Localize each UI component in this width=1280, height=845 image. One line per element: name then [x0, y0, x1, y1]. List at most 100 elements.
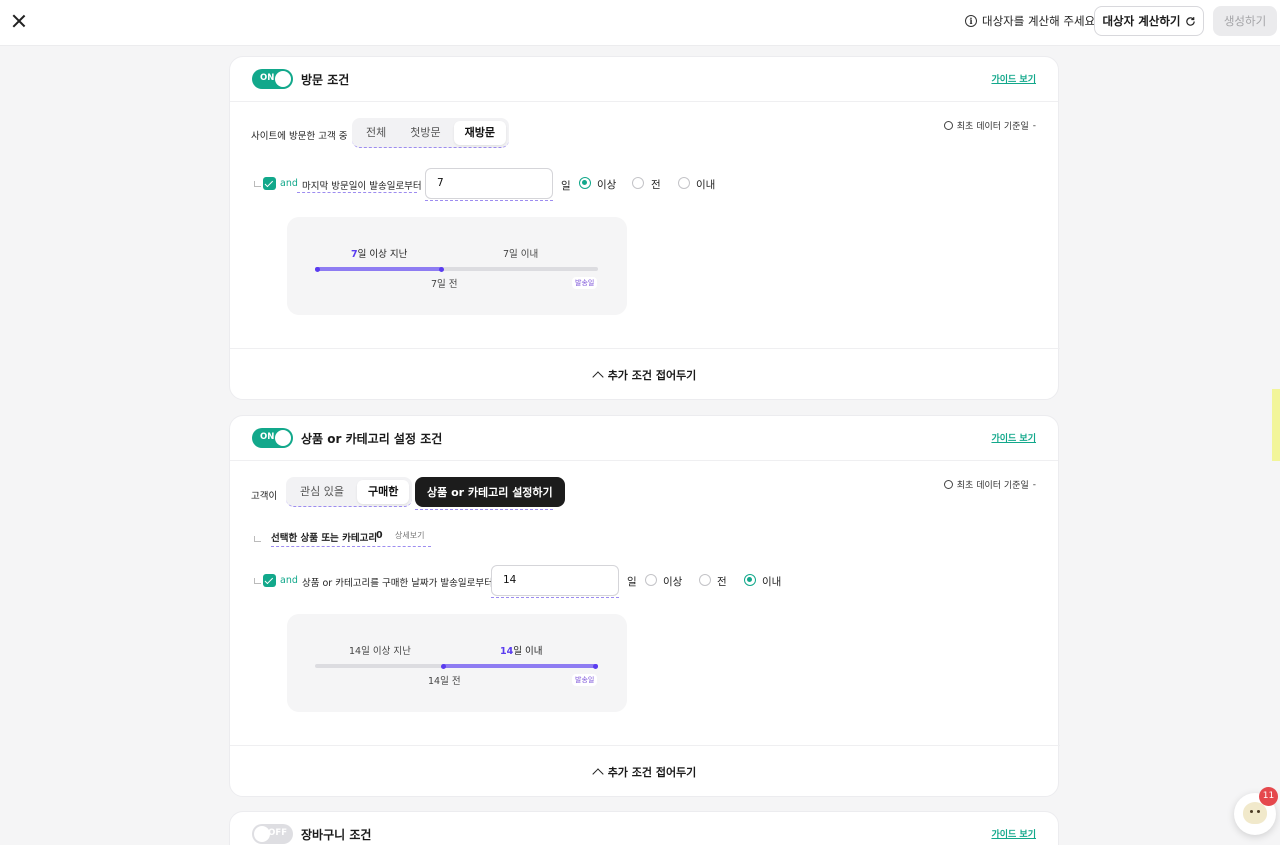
data-basis-label: 최초 데이터 기준일 — [956, 122, 1029, 132]
radio-over-label: 이상 — [597, 179, 617, 191]
radio-over[interactable] — [645, 574, 657, 586]
data-basis-value: - — [1032, 479, 1036, 490]
close-icon[interactable] — [10, 12, 28, 30]
timeline-left-suffix: 일 이상 지난 — [357, 249, 408, 260]
row-label: 사이트에 방문한 고객 중 — [251, 131, 348, 142]
and-checkbox[interactable] — [263, 177, 276, 190]
send-date-label: 발송일 — [572, 277, 598, 289]
input-underline — [425, 200, 553, 201]
timeline-left-text: 7일 이상 지난 — [351, 246, 407, 260]
timeline-start-dot — [315, 266, 320, 272]
timeline-start-dot — [441, 663, 447, 669]
days-input[interactable]: 7 — [425, 168, 553, 199]
option-first-visit[interactable]: 첫방문 — [399, 121, 451, 145]
fold-label: 추가 조건 접어두기 — [607, 765, 697, 779]
timeline-end-dot — [593, 663, 598, 669]
cart-toggle[interactable]: OFF — [252, 824, 293, 844]
fold-button[interactable]: 추가 조건 접어두기 — [230, 745, 1060, 797]
condition-label: 상품 or 카테고리를 구매한 날짜가 발송일로부터 — [302, 578, 493, 589]
option-purchased[interactable]: 구매한 — [356, 479, 410, 504]
data-basis-value: - — [1032, 120, 1036, 131]
radio-within-label: 이내 — [762, 576, 782, 588]
selected-items-label: 선택한 상품 또는 카테고리 — [271, 533, 378, 544]
days-input[interactable]: 14 — [491, 565, 619, 596]
fold-label: 추가 조건 접어두기 — [607, 368, 697, 382]
calculate-audience-button[interactable]: 대상자 계산하기 — [1094, 6, 1204, 36]
notice: i 대상자를 계산해 주세요. — [965, 13, 1099, 29]
side-feedback-tab[interactable] — [1272, 389, 1280, 461]
chat-bot-icon — [1243, 802, 1267, 824]
calculate-audience-label: 대상자 계산하기 — [1102, 14, 1181, 28]
detail-link[interactable]: 상세보기 — [395, 530, 424, 541]
toggle-label: OFF — [268, 828, 287, 838]
guide-link[interactable]: 가이드 보기 — [991, 827, 1036, 840]
data-basis: 최초 데이터 기준일 - — [943, 478, 1036, 491]
and-label: and — [280, 575, 298, 586]
radio-before[interactable] — [699, 574, 711, 586]
refresh-icon — [1185, 16, 1195, 26]
option-revisit[interactable]: 재방문 — [453, 120, 506, 145]
create-button[interactable]: 생성하기 — [1213, 6, 1277, 36]
condition-label: 마지막 방문일이 발송일로부터 — [302, 181, 422, 192]
cart-condition-card: OFF 장바구니 조건 가이드 보기 — [229, 811, 1059, 845]
guide-link[interactable]: 가이드 보기 — [991, 431, 1036, 444]
radio-over[interactable] — [579, 177, 591, 189]
visit-condition-card: ON 방문 조건 가이드 보기 최초 데이터 기준일 - 사이트에 방문한 고객… — [229, 56, 1060, 400]
timeline-right-suffix: 일 이내 — [513, 646, 543, 657]
unit-label: 일 — [561, 180, 571, 192]
branch-icon — [254, 536, 261, 542]
toggle-knob — [254, 826, 270, 842]
button-underline — [415, 509, 553, 510]
guide-link[interactable]: 가이드 보기 — [991, 72, 1036, 85]
notice-text: 대상자를 계산해 주세요. — [982, 14, 1099, 28]
chat-badge: 11 — [1259, 787, 1278, 806]
data-basis-label: 최초 데이터 기준일 — [956, 481, 1029, 491]
timeline-end-dot — [439, 266, 445, 272]
timeline-right-text: 7일 이내 — [503, 249, 539, 260]
fold-button[interactable]: 추가 조건 접어두기 — [230, 348, 1060, 400]
timeline-fill — [315, 267, 443, 271]
timeline-right-num: 14 — [500, 646, 514, 657]
visit-toggle[interactable]: ON — [252, 69, 293, 89]
interest-segment: 관심 있을 구매한 — [286, 477, 413, 507]
radio-within-label: 이내 — [696, 179, 716, 191]
option-interested[interactable]: 관심 있을 — [289, 480, 355, 504]
clock-icon — [943, 480, 953, 489]
items-underline — [271, 546, 431, 547]
and-label: and — [280, 178, 298, 189]
timeline-right-text: 14일 이내 — [500, 643, 542, 657]
branch-icon — [254, 578, 261, 584]
product-toggle[interactable]: ON — [252, 428, 293, 448]
top-bar: i 대상자를 계산해 주세요. 대상자 계산하기 생성하기 — [0, 0, 1280, 46]
timeline-mid-label: 14일 전 — [428, 676, 461, 687]
radio-before[interactable] — [632, 177, 644, 189]
card-title: 방문 조건 — [301, 73, 350, 87]
timeline-mid-label: 7일 전 — [431, 279, 458, 290]
visit-type-segment: 전체 첫방문 재방문 — [352, 118, 509, 148]
selected-items-count: 0 — [376, 530, 383, 541]
data-basis: 최초 데이터 기준일 - — [943, 119, 1036, 132]
info-icon: i — [965, 15, 977, 27]
card-title: 상품 or 카테고리 설정 조건 — [301, 432, 443, 446]
card-header: OFF 장바구니 조건 가이드 보기 — [230, 812, 1058, 845]
product-condition-card: ON 상품 or 카테고리 설정 조건 가이드 보기 최초 데이터 기준일 - … — [229, 415, 1060, 797]
radio-within[interactable] — [744, 574, 756, 586]
chevron-up-icon — [592, 370, 604, 383]
chevron-up-icon — [592, 767, 604, 780]
card-header: ON 상품 or 카테고리 설정 조건 가이드 보기 — [230, 416, 1058, 461]
and-checkbox[interactable] — [263, 574, 276, 587]
card-title: 장바구니 조건 — [301, 828, 372, 842]
label-underline — [297, 192, 417, 193]
radio-before-label: 전 — [717, 576, 727, 588]
card-header: ON 방문 조건 가이드 보기 — [230, 57, 1058, 102]
clock-icon — [943, 121, 953, 130]
option-all[interactable]: 전체 — [355, 121, 397, 145]
unit-label: 일 — [627, 576, 637, 588]
timeline-preview: 14일 이상 지난 14일 이내 14일 전 발송일 — [287, 614, 627, 712]
send-date-label: 발송일 — [572, 674, 598, 686]
radio-within[interactable] — [678, 177, 690, 189]
toggle-label: ON — [260, 432, 275, 442]
toggle-knob — [275, 71, 291, 87]
set-product-category-button[interactable]: 상품 or 카테고리 설정하기 — [415, 477, 565, 507]
radio-over-label: 이상 — [663, 576, 683, 588]
